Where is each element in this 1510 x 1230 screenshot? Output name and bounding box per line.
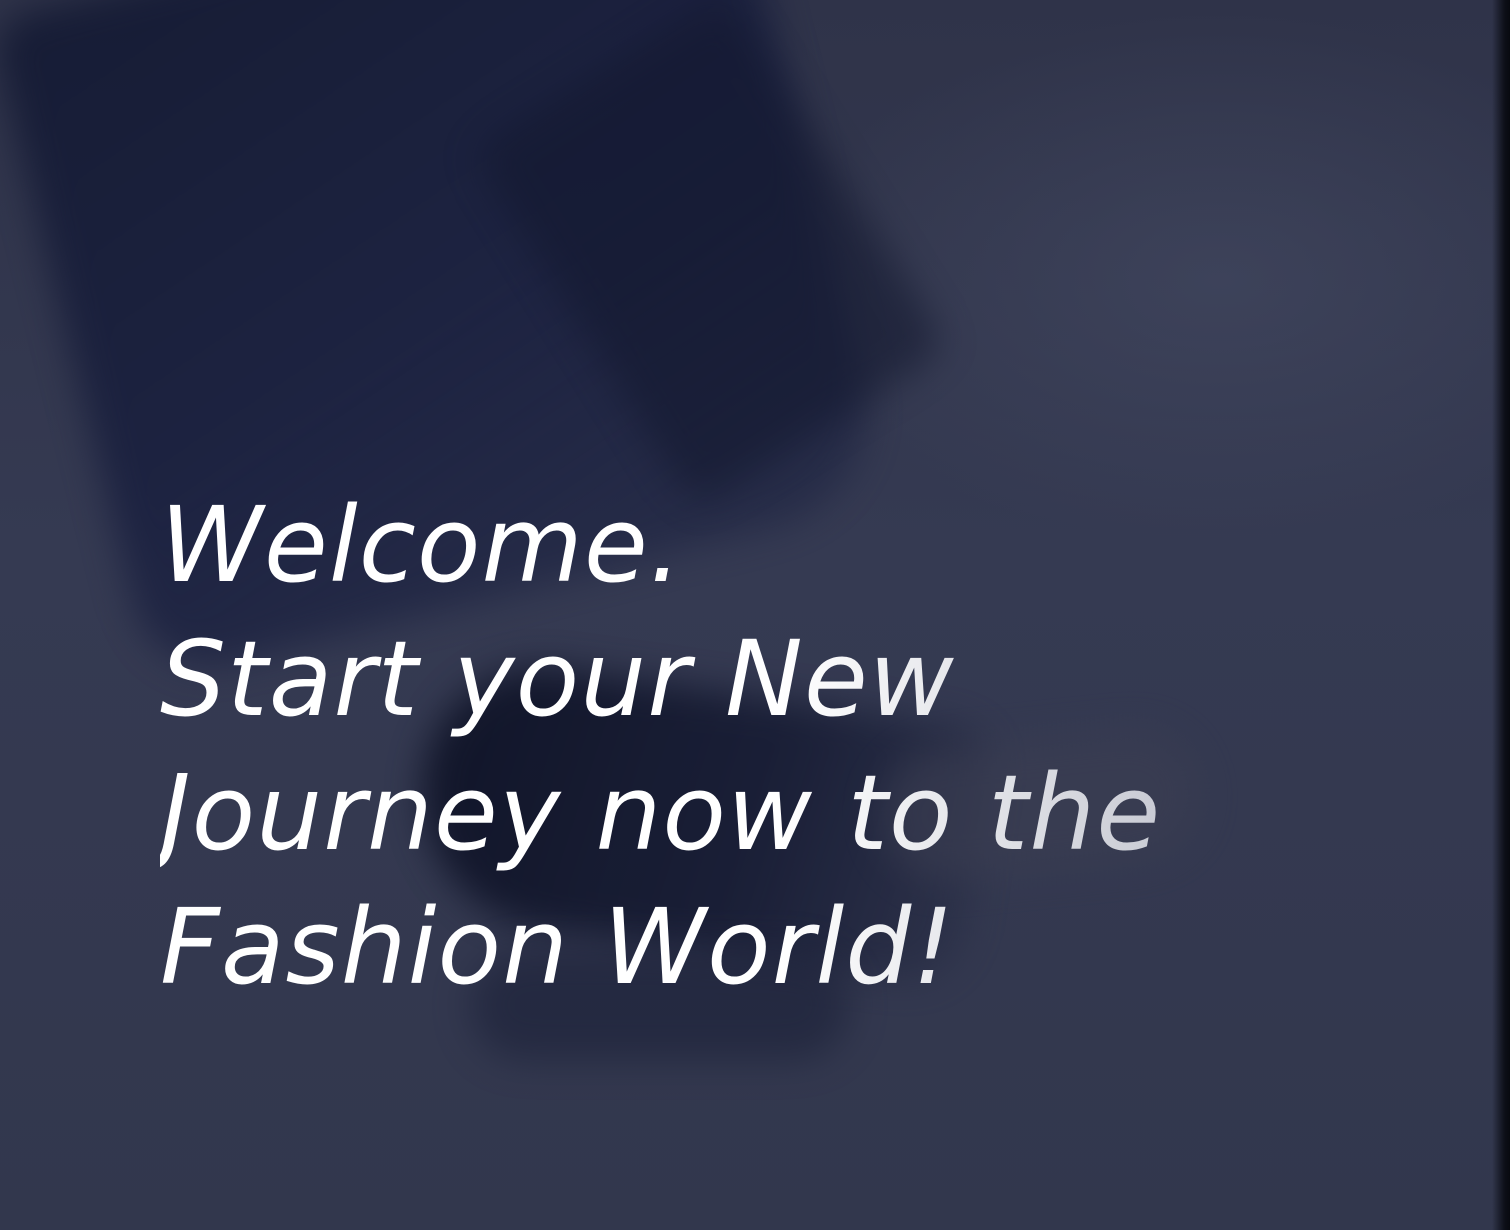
welcome-headline: Welcome. Start your New Journey now to t…: [160, 478, 1161, 1014]
headline-line-1: Welcome.: [160, 484, 683, 606]
headline-line-2: Start your New: [160, 618, 955, 740]
scrollbar-edge: [1492, 0, 1510, 1230]
headline-line-3: Journey now to the: [160, 752, 1162, 874]
hero-section: Welcome. Start your New Journey now to t…: [0, 0, 1510, 1230]
headline-line-4: Fashion World!: [160, 886, 955, 1008]
